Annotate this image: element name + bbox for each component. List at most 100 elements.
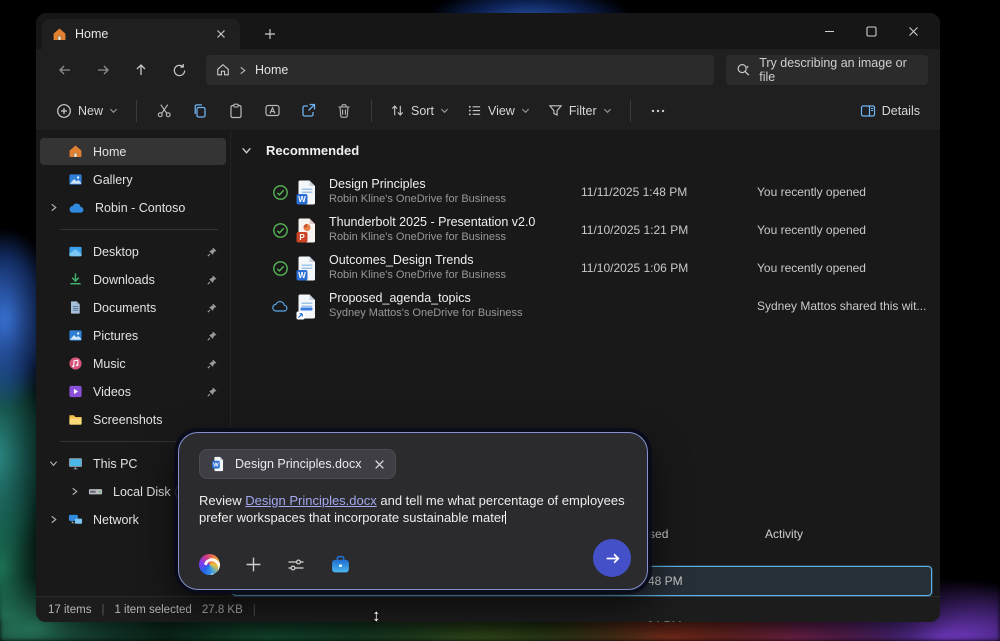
recommended-section-header[interactable]: Recommended [241,143,359,158]
prompt-text-input[interactable]: Review Design Principles.docx and tell m… [199,492,631,526]
videos-icon [68,384,83,399]
window-controls [808,13,934,49]
remove-attachment-icon[interactable] [374,459,385,470]
copilot-prompt-dialog: W Design Principles.docx Review Design P… [178,432,648,590]
prompt-file-link[interactable]: Design Principles.docx [245,493,377,508]
details-pane-icon [860,103,876,119]
tab-title: Home [75,27,108,41]
sidebar-item-pictures[interactable]: Pictures [40,322,226,349]
sidebar-item-home[interactable]: Home [40,138,226,165]
pin-icon [206,302,218,314]
sort-icon [390,103,405,118]
view-button-label: View [488,104,515,118]
settings-sliders-icon[interactable] [287,557,305,573]
sidebar-item-screenshots[interactable]: Screenshots [40,406,226,433]
sort-button-label: Sort [411,104,434,118]
work-briefcase-icon[interactable] [330,555,351,574]
recent-row[interactable]: 24 PM [232,612,932,622]
cut-button[interactable] [147,96,181,126]
share-button[interactable] [291,96,325,126]
pin-icon [206,386,218,398]
view-button[interactable]: View [459,97,538,124]
local-disk-icon [88,484,103,499]
copy-icon [192,103,208,119]
toolbar-divider [136,100,137,122]
recommended-file-row[interactable]: W Outcomes_Design TrendsRobin Kline's On… [231,249,931,287]
column-header-activity[interactable]: Activity [765,527,803,541]
recommended-file-row[interactable]: W Design PrinciplesRobin Kline's OneDriv… [231,173,931,211]
back-button[interactable] [48,55,82,85]
attachment-chip[interactable]: W Design Principles.docx [199,449,396,479]
address-bar[interactable]: Home [206,55,714,85]
send-button[interactable] [593,539,631,577]
paste-button[interactable] [219,96,253,126]
rename-button[interactable] [255,96,289,126]
sidebar-item-onedrive[interactable]: Robin - Contoso [40,194,226,221]
search-sparkle-icon [736,62,751,78]
sidebar-item-gallery[interactable]: Gallery [40,166,226,193]
refresh-icon [172,63,187,78]
chevron-down-icon [603,106,612,115]
gallery-icon [68,172,83,187]
close-button[interactable] [892,13,934,49]
home-icon [52,27,67,42]
refresh-button[interactable] [162,55,196,85]
share-icon [300,102,317,119]
breadcrumb[interactable]: Home [255,63,288,77]
word-file-icon: W [295,255,318,282]
maximize-button[interactable] [850,13,892,49]
sidebar-item-music[interactable]: Music [40,350,226,377]
chevron-right-icon [49,515,58,524]
details-button-label: Details [882,104,920,118]
folder-icon [68,412,83,427]
music-icon [68,356,83,371]
synced-check-icon [272,184,289,201]
forward-button[interactable] [86,55,120,85]
up-button[interactable] [124,55,158,85]
details-button[interactable]: Details [852,97,928,125]
prompt-toolbar [199,554,351,575]
sidebar-item-videos[interactable]: Videos [40,378,226,405]
svg-text:W: W [298,271,306,280]
sidebar-item-desktop[interactable]: Desktop [40,238,226,265]
new-tab-button[interactable] [258,23,282,45]
command-toolbar: New Sort View [36,91,940,131]
word-file-icon: W [210,456,226,472]
svg-text:W: W [298,195,306,204]
navigation-bar: Home Try describing an image or file [36,49,940,91]
onedrive-cloud-icon [68,202,85,214]
more-options-button[interactable] [641,96,675,126]
minimize-button[interactable] [808,13,850,49]
ellipsis-icon [650,103,666,119]
copy-button[interactable] [183,96,217,126]
chevron-right-icon [70,487,79,496]
add-attachment-icon[interactable] [245,556,262,573]
recommended-file-row[interactable]: P Thunderbolt 2025 - Presentation v2.0Ro… [231,211,931,249]
arrow-up-icon [133,62,149,78]
sort-button[interactable]: Sort [382,97,457,124]
cloud-status-icon [271,300,289,313]
sidebar-item-downloads[interactable]: Downloads [40,266,226,293]
search-input[interactable]: Try describing an image or file [726,55,928,85]
recommended-file-row[interactable]: Proposed_agenda_topicsSydney Mattos's On… [231,287,931,325]
tab-home[interactable]: Home [42,19,240,49]
filter-funnel-icon [548,103,563,118]
synced-check-icon [272,222,289,239]
filter-button[interactable]: Filter [540,97,620,124]
delete-button[interactable] [327,96,361,126]
chevron-right-icon [238,66,247,75]
new-button[interactable]: New [48,97,126,125]
plus-circle-icon [56,103,72,119]
chevron-down-icon[interactable] [241,145,252,156]
filter-button-label: Filter [569,104,597,118]
tab-close-icon[interactable] [212,25,230,43]
new-button-label: New [78,104,103,118]
downloads-icon [68,272,83,287]
chevron-down-icon [440,106,449,115]
word-shortcut-file-icon [295,293,318,320]
sidebar-item-documents[interactable]: Documents [40,294,226,321]
plus-icon [264,28,276,40]
send-arrow-icon [604,550,621,567]
pin-icon [206,246,218,258]
pictures-icon [68,328,83,343]
